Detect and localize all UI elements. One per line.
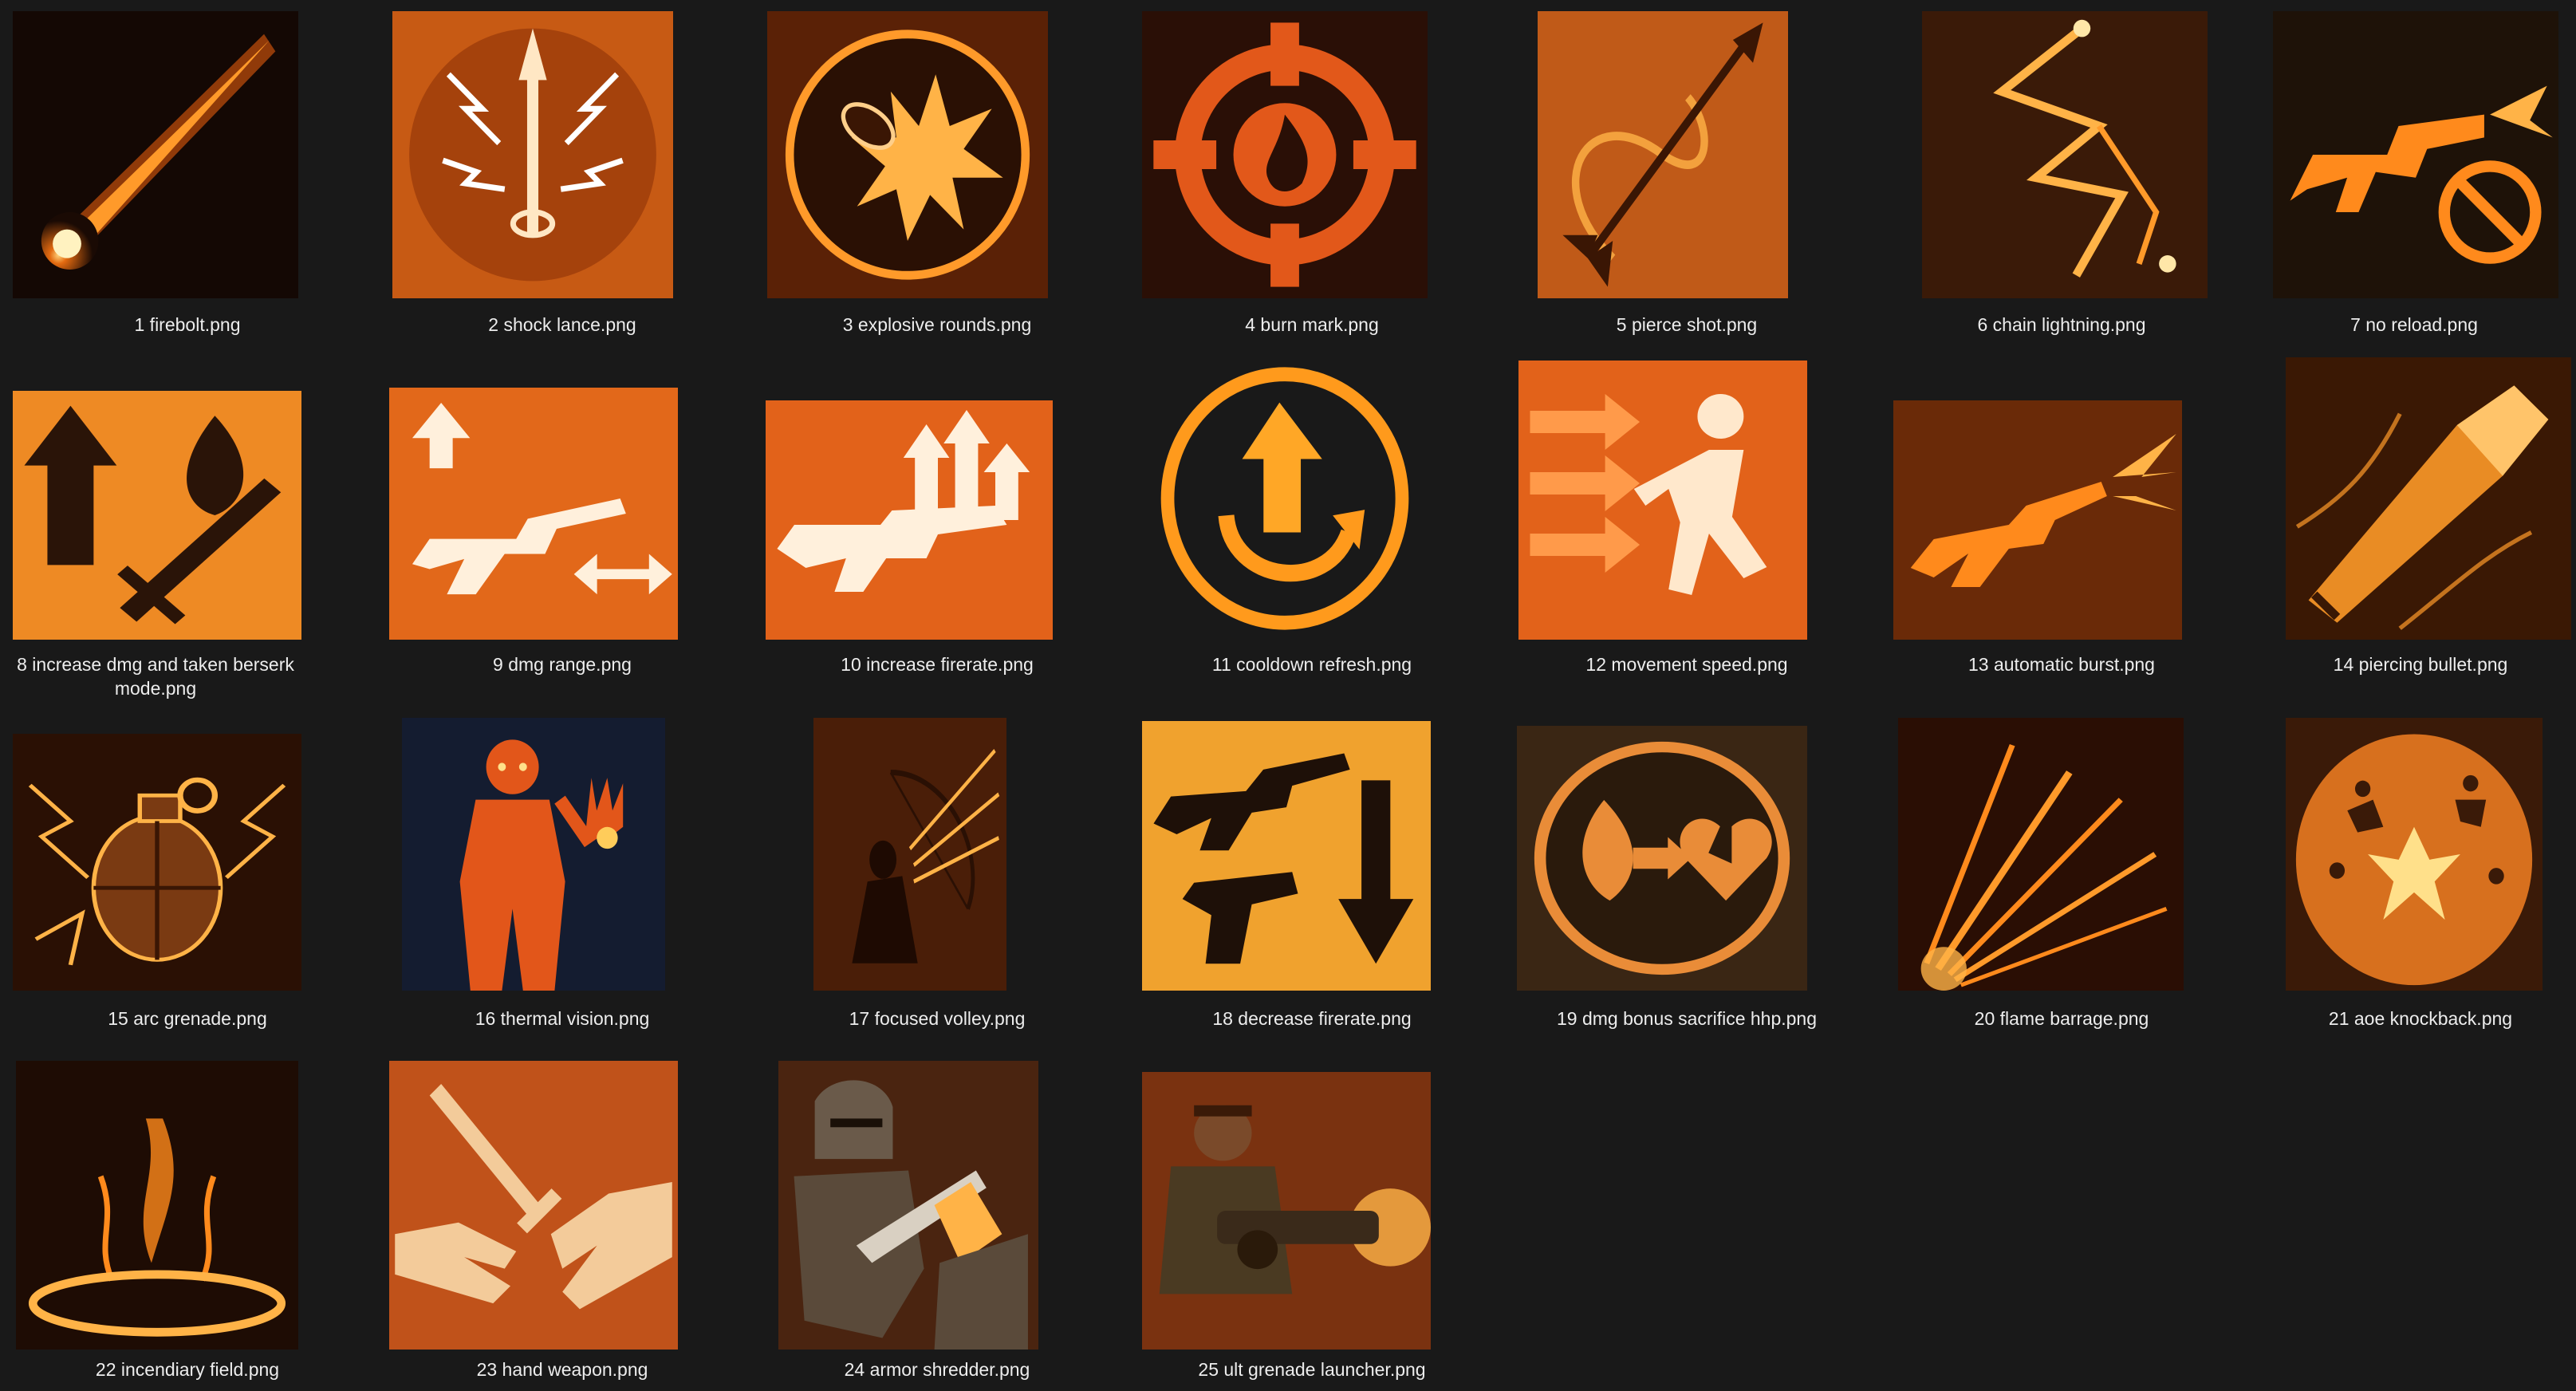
- increase-firerate-icon: [766, 400, 1053, 640]
- file-item[interactable]: 25 ult grenade launcher.png: [1125, 1037, 1499, 1388]
- file-item[interactable]: 12 movement speed.png: [1499, 343, 1874, 686]
- shock-lance-icon: [392, 11, 673, 298]
- file-item[interactable]: 13 automatic burst.png: [1874, 343, 2249, 686]
- file-name: 12 movement speed.png: [1585, 654, 1788, 675]
- firebolt-icon: [13, 11, 298, 298]
- file-name: 11 cooldown refresh.png: [1211, 654, 1412, 675]
- file-item[interactable]: 6 chain lightning.png: [1874, 0, 2249, 343]
- thermal-vision-icon: [402, 718, 665, 991]
- burn-mark-icon: [1142, 11, 1428, 298]
- file-item[interactable]: 3 explosive rounds.png: [750, 0, 1125, 343]
- file-item[interactable]: 24 armor shredder.png: [750, 1037, 1125, 1388]
- file-item[interactable]: 1 firebolt.png: [0, 0, 375, 343]
- file-name: 25 ult grenade launcher.png: [1198, 1359, 1426, 1380]
- flame-barrage-icon: [1898, 718, 2184, 991]
- pierce-shot-icon: [1538, 11, 1788, 298]
- file-item[interactable]: 18 decrease firerate.png: [1125, 686, 1499, 1037]
- file-name: 9 dmg range.png: [493, 654, 632, 675]
- file-item[interactable]: 23 hand weapon.png: [375, 1037, 750, 1388]
- file-name: 4 burn mark.png: [1245, 314, 1379, 335]
- file-item[interactable]: 4 burn mark.png: [1125, 0, 1499, 343]
- hand-weapon-icon: [389, 1061, 678, 1350]
- aoe-knockback-icon: [2286, 718, 2543, 991]
- file-item[interactable]: 20 flame barrage.png: [1874, 686, 2249, 1037]
- file-item[interactable]: 7 no reload.png: [2201, 0, 2576, 343]
- berserk-mode-icon: [13, 391, 301, 640]
- file-name: 18 decrease firerate.png: [1212, 1008, 1412, 1029]
- file-item[interactable]: 16 thermal vision.png: [375, 686, 750, 1037]
- file-name: 15 arc grenade.png: [108, 1008, 267, 1029]
- piercing-bullet-icon: [2286, 357, 2571, 640]
- file-item[interactable]: 11 cooldown refresh.png: [1125, 343, 1499, 686]
- file-name: 22 incendiary field.png: [95, 1359, 280, 1380]
- arc-grenade-icon: [13, 734, 301, 991]
- file-item[interactable]: 15 arc grenade.png: [0, 686, 375, 1037]
- focused-volley-icon: [813, 718, 1006, 991]
- file-name: 6 chain lightning.png: [1977, 314, 2146, 335]
- file-explorer-icon-view: { "files": [ {"name":"1 firebolt.png","i…: [0, 0, 2576, 1391]
- file-item[interactable]: 5 pierce shot.png: [1499, 0, 1874, 343]
- decrease-firerate-icon: [1142, 721, 1431, 991]
- file-name: 21 aoe knockback.png: [2328, 1008, 2513, 1029]
- chain-lightning-icon: [1922, 11, 2208, 298]
- sacrifice-hp-icon: [1517, 726, 1807, 991]
- file-item[interactable]: 14 piercing bullet.png: [2201, 343, 2576, 686]
- file-name: 10 increase firerate.png: [841, 654, 1034, 675]
- file-item[interactable]: 19 dmg bonus sacrifice hhp.png: [1499, 686, 1874, 1037]
- incendiary-field-icon: [16, 1061, 298, 1350]
- file-name: 24 armor shredder.png: [844, 1359, 1030, 1380]
- movement-speed-icon: [1518, 361, 1807, 640]
- explosive-rounds-icon: [767, 11, 1048, 298]
- file-item[interactable]: 9 dmg range.png: [375, 343, 750, 686]
- file-name: 3 explosive rounds.png: [842, 314, 1032, 335]
- file-name: 17 focused volley.png: [849, 1008, 1026, 1029]
- automatic-burst-icon: [1893, 400, 2182, 640]
- cooldown-refresh-icon: [1152, 357, 1418, 640]
- file-name: 16 thermal vision.png: [475, 1008, 650, 1029]
- file-item[interactable]: 2 shock lance.png: [375, 0, 750, 343]
- file-item[interactable]: 22 incendiary field.png: [0, 1037, 375, 1388]
- grenade-launcher-icon: [1142, 1072, 1431, 1350]
- file-name: 14 piercing bullet.png: [2333, 654, 2508, 675]
- no-reload-icon: [2273, 11, 2558, 298]
- file-item[interactable]: 8 increase dmg and taken berserk mode.pn…: [0, 343, 375, 699]
- file-item[interactable]: 21 aoe knockback.png: [2201, 686, 2576, 1037]
- file-name: 7 no reload.png: [2350, 314, 2478, 335]
- file-item[interactable]: 10 increase firerate.png: [750, 343, 1125, 686]
- file-name: 5 pierce shot.png: [1616, 314, 1758, 335]
- dmg-range-icon: [389, 388, 678, 640]
- file-name: 2 shock lance.png: [488, 314, 636, 335]
- file-name: 19 dmg bonus sacrifice hhp.png: [1556, 1008, 1818, 1029]
- file-item[interactable]: 17 focused volley.png: [750, 686, 1125, 1037]
- file-name: 23 hand weapon.png: [476, 1359, 648, 1380]
- armor-shredder-icon: [778, 1061, 1038, 1350]
- file-name: 13 automatic burst.png: [1968, 654, 2155, 675]
- file-name: 20 flame barrage.png: [1974, 1008, 2149, 1029]
- file-name: 1 firebolt.png: [134, 314, 241, 335]
